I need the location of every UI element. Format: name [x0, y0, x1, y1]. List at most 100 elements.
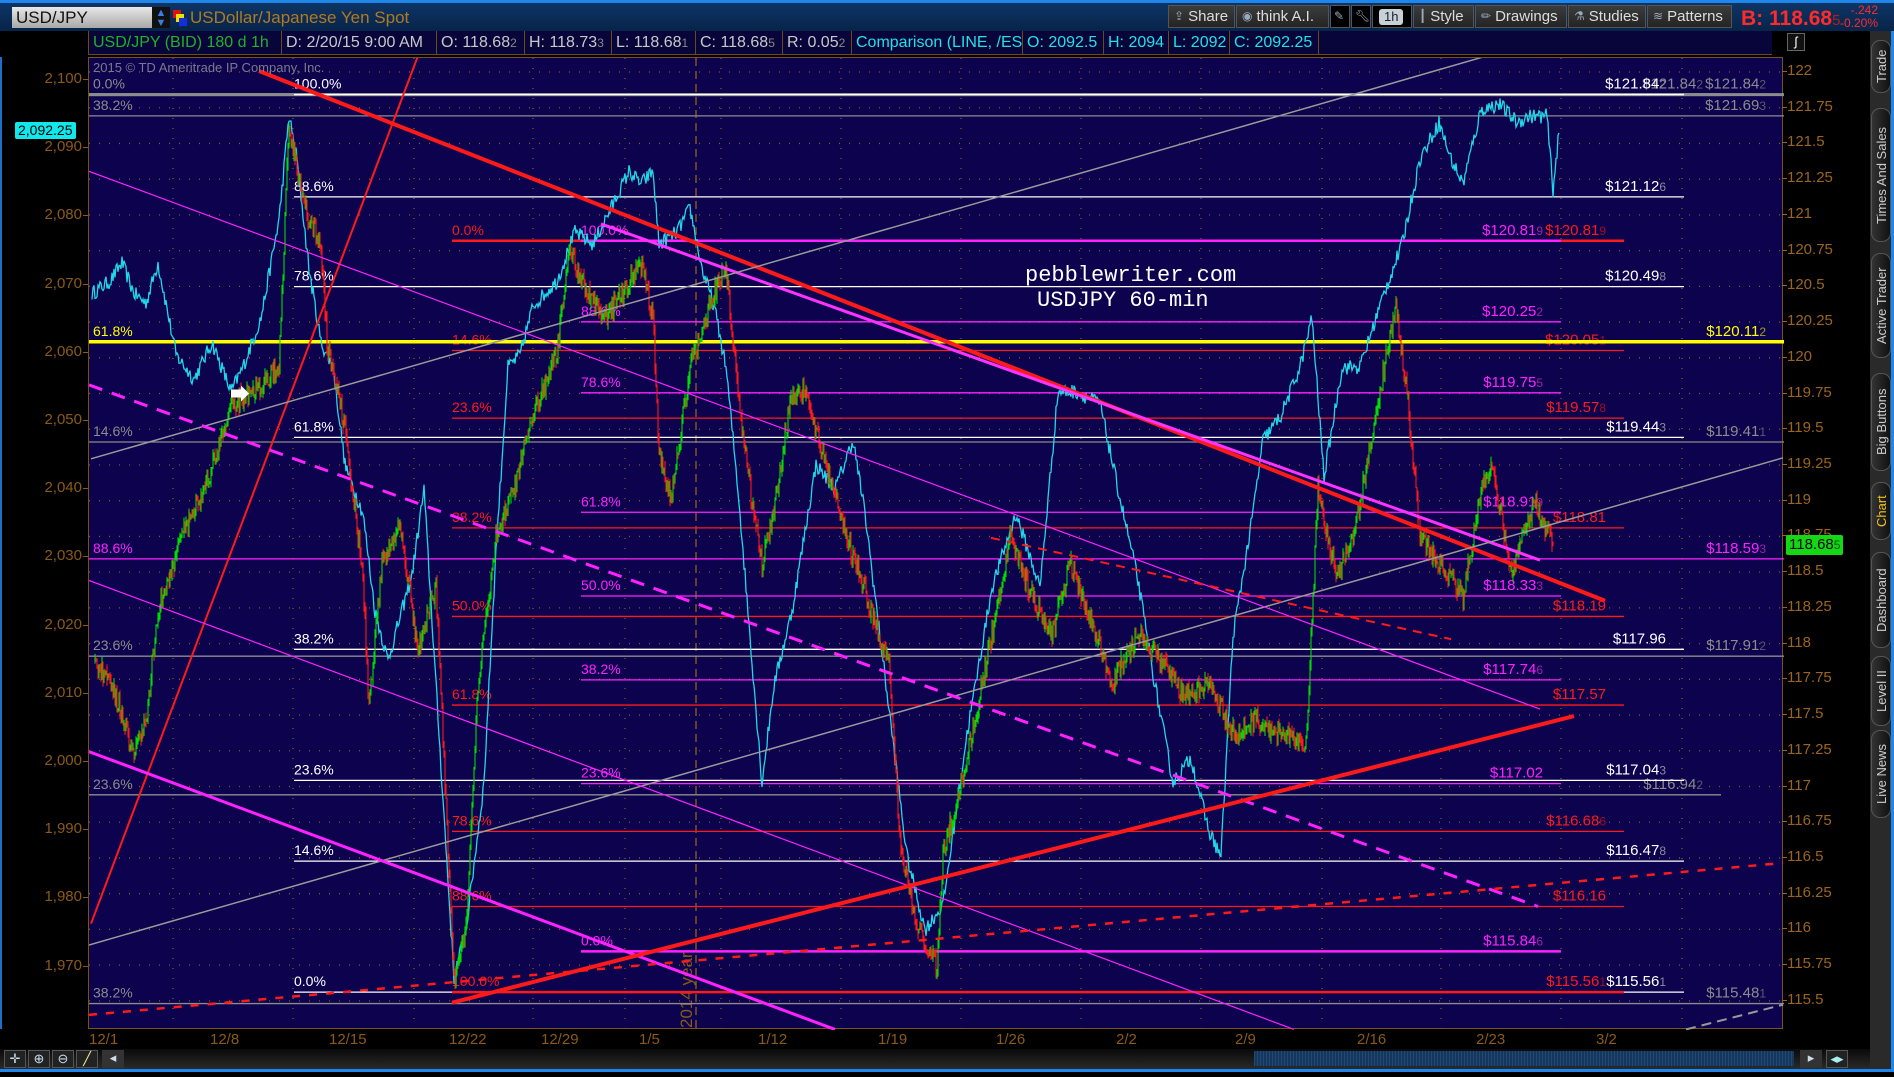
scroll-right-icon[interactable]: ▸: [1800, 1050, 1822, 1068]
fib-price-label: $119.443: [1606, 418, 1666, 435]
fib-price-sub: 8: [1659, 844, 1666, 858]
trendline-gray-channel-upper: [90, 58, 1483, 460]
fib-price-main: $119.57: [1546, 399, 1599, 416]
fib-price-main: $120.81: [1482, 222, 1536, 239]
left-axis-tick-label: 1,970: [44, 956, 88, 974]
fib-price-main: $120.81: [1545, 222, 1599, 239]
fib-price-sub: 6: [1536, 934, 1543, 948]
fib-percent-label: 23.6%: [93, 637, 133, 653]
fib-price-label: $121.842: [1705, 76, 1766, 93]
timeframe-button[interactable]: 1h: [1372, 5, 1412, 28]
fib-percent-label: 61.8%: [581, 493, 621, 509]
sidebar-tab-level-ii[interactable]: Level II: [1871, 656, 1891, 726]
fib-percent-label: 38.2%: [93, 985, 133, 1001]
fib-price-sub: 1: [1599, 975, 1606, 989]
settings-button[interactable]: 🔧︎: [1351, 5, 1371, 28]
right-axis-tick-label: 117.5: [1781, 705, 1824, 723]
price-chart[interactable]: 2014 year$121.84238.2% $121.69314.6% $119.…: [89, 58, 1784, 1030]
symbol-input[interactable]: USD/JPY: [12, 7, 152, 28]
fib-price-sub: 1: [1659, 975, 1666, 989]
fib-price-sub: 6: [1599, 814, 1606, 828]
year-label: 2014 year: [677, 952, 696, 1028]
sidebar-tab-active-trader[interactable]: Active Trader: [1871, 253, 1891, 358]
top-toolbar: USD/JPY ▲ ▼ USDollar/Japanese Yen Spot ⇪ S…: [0, 0, 1894, 31]
left-axis-tick-label: 2,060: [44, 342, 88, 360]
fib-price-label: $121.693: [1705, 97, 1766, 114]
chart-plot-area[interactable]: 2014 year $121.842 38.2% $121.693 14.6% $119.…: [88, 57, 1784, 1030]
date-tick-label: 12/8: [210, 1031, 240, 1048]
link-group-icon[interactable]: [173, 10, 187, 26]
fib-price-main: $119.75: [1483, 374, 1536, 391]
fib-percent-label: 78.6%: [581, 374, 621, 390]
fib-percent-label: 38.2%: [581, 661, 621, 677]
trendline-red-steep: [90, 58, 419, 925]
style-button[interactable]: ┃ Style: [1413, 5, 1474, 28]
header-range: R: 0.052: [782, 31, 852, 54]
scroll-left-icon[interactable]: ◂: [102, 1050, 124, 1068]
fib-price-sub: 6: [1536, 663, 1543, 677]
fib-price-label: $117.043: [1606, 761, 1666, 778]
date-tick-label: 2/23: [1476, 1031, 1506, 1048]
sidebar-tab-times-and-sales[interactable]: Times And Sales: [1871, 108, 1891, 242]
last-price-tag: 118.685: [1786, 535, 1844, 555]
fib-price-label: $115.481: [1706, 985, 1766, 1002]
fib-price-main: $116.68: [1546, 812, 1599, 829]
date-tick-label: 2/9: [1235, 1031, 1256, 1048]
fib-price-main: $115.84: [1483, 932, 1536, 949]
fib-price-label: $120.819: [1545, 222, 1606, 239]
sidebar-tab-trade[interactable]: Trade: [1871, 40, 1891, 93]
fib-percent-label: 23.6%: [93, 776, 133, 792]
date-tick-label: 12/1: [89, 1031, 119, 1048]
studies-label: Studies: [1588, 8, 1639, 25]
study-toggle-button[interactable]: ʃ: [1787, 33, 1805, 51]
fib-price-sub: 9: [1536, 224, 1543, 238]
sidebar-tab-chart[interactable]: Chart: [1871, 482, 1891, 540]
date-tick-label: 1/26: [996, 1031, 1026, 1048]
fib-price-label: $115.846: [1483, 932, 1543, 949]
trendline-gray-channel-lower: [89, 457, 1784, 946]
chart-layer: 2014 year$121.84238.2% $121.69314.6% $119.…: [89, 58, 1784, 1030]
fib-price-label: $117.912: [1706, 637, 1766, 654]
crosshair-icon[interactable]: ✛: [4, 1050, 26, 1068]
fib-percent-label: 0.0%: [294, 973, 326, 989]
time-scrollbar[interactable]: [1254, 1051, 1794, 1066]
patterns-button[interactable]: ≋ Patterns: [1647, 5, 1732, 28]
drawings-label: Drawings: [1495, 8, 1558, 25]
drawings-button[interactable]: ✏︎ Drawings: [1475, 5, 1567, 28]
fib-price-label: $119.755: [1483, 374, 1543, 391]
share-button[interactable]: ⇪ Share: [1168, 5, 1235, 28]
think-ai-button[interactable]: ◉ think A.I.: [1236, 5, 1329, 28]
fib-percent-label: 38.2%: [294, 630, 334, 646]
symbol-dropdown-icon[interactable]: ▲ ▼: [152, 7, 170, 29]
zoom-in-icon[interactable]: ⊕: [28, 1050, 50, 1068]
fib-percent-label: 88.6%: [93, 540, 133, 556]
annotation-text: USDJPY 60-min: [1037, 288, 1209, 313]
fib-price-main: $117.04: [1606, 761, 1659, 778]
fib-price-sub: 3: [1759, 99, 1766, 113]
zoom-out-icon[interactable]: ⊖: [52, 1050, 74, 1068]
fib-percent-label: 100.0%: [452, 973, 499, 989]
right-axis-tick-label: 120.25: [1782, 312, 1833, 330]
fib-price-sub: 2: [1696, 78, 1703, 92]
right-axis-tick-label: 118.5: [1781, 562, 1824, 580]
bid-price-main: B: 118.68: [1741, 7, 1833, 30]
sidebar-tab-live-news[interactable]: Live News: [1871, 730, 1891, 818]
fib-price-label: $117.57: [1553, 686, 1606, 703]
pattern-icon: ≋: [1653, 9, 1664, 23]
right-axis-tick-label: 120.75: [1782, 240, 1833, 258]
fib-price-label: $121.842: [1605, 76, 1666, 93]
fib-price-main: $115.56: [1606, 973, 1659, 990]
fib-price-main: $117.57: [1553, 686, 1606, 703]
fib-price-label: $116.478: [1606, 842, 1666, 859]
fib-price-sub: 2: [1696, 778, 1703, 792]
date-tick-label: 1/12: [758, 1031, 788, 1048]
sidebar-tab-big-buttons[interactable]: Big Buttons: [1871, 373, 1891, 471]
fib-price-main: $120.49: [1605, 268, 1659, 285]
dropper-button[interactable]: ✎: [1330, 5, 1350, 28]
pan-handle-icon[interactable]: ◂▸: [1826, 1050, 1848, 1068]
sidebar-tab-dashboard[interactable]: Dashboard: [1871, 552, 1891, 648]
fib-percent-label: 38.2%: [93, 97, 133, 113]
right-axis-tick-label: 120: [1781, 347, 1813, 365]
draw-line-icon[interactable]: ╱: [76, 1050, 98, 1068]
studies-button[interactable]: ⚗︎ Studies: [1568, 5, 1646, 28]
